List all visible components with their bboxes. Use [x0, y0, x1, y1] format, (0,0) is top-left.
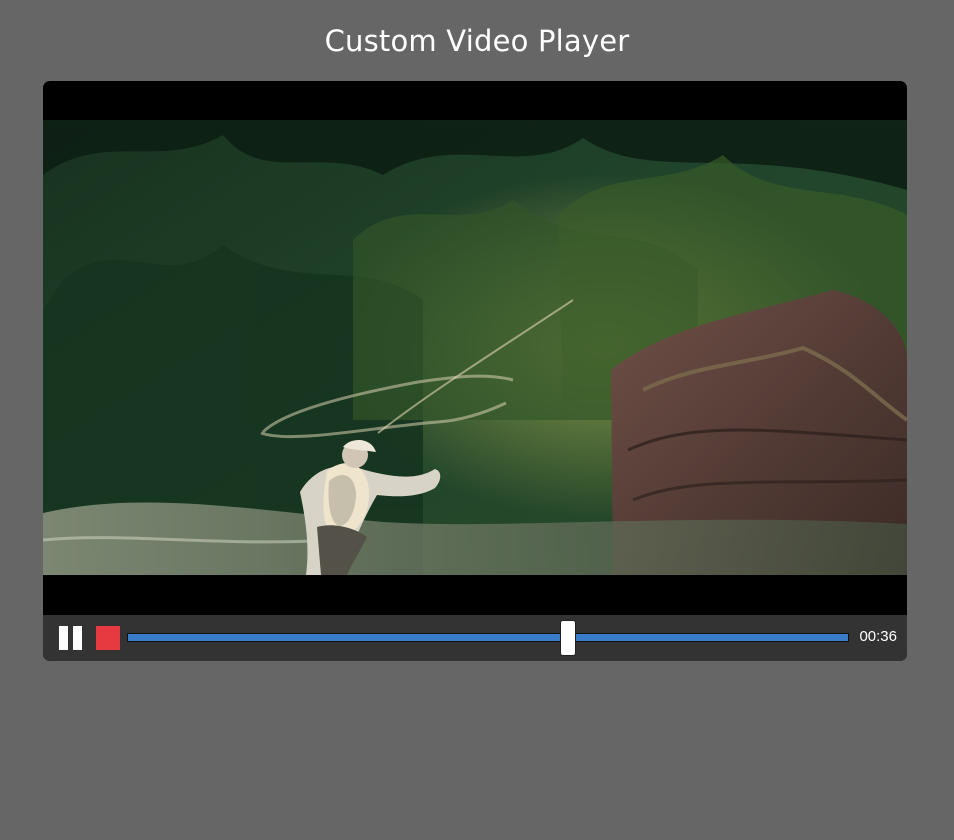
progress-thumb[interactable]: [559, 620, 576, 656]
video-player: 00:36: [43, 81, 907, 661]
pause-icon: [59, 626, 68, 650]
stop-button[interactable]: [96, 626, 120, 650]
video-image: [43, 120, 907, 658]
video-controls: 00:36: [43, 615, 907, 661]
page-title: Custom Video Player: [324, 24, 630, 58]
pause-icon-bar: [73, 626, 82, 650]
progress-slider[interactable]: [127, 620, 849, 656]
video-frame[interactable]: [43, 120, 907, 658]
current-time: 00:36: [859, 628, 897, 645]
pause-button[interactable]: [59, 626, 83, 650]
